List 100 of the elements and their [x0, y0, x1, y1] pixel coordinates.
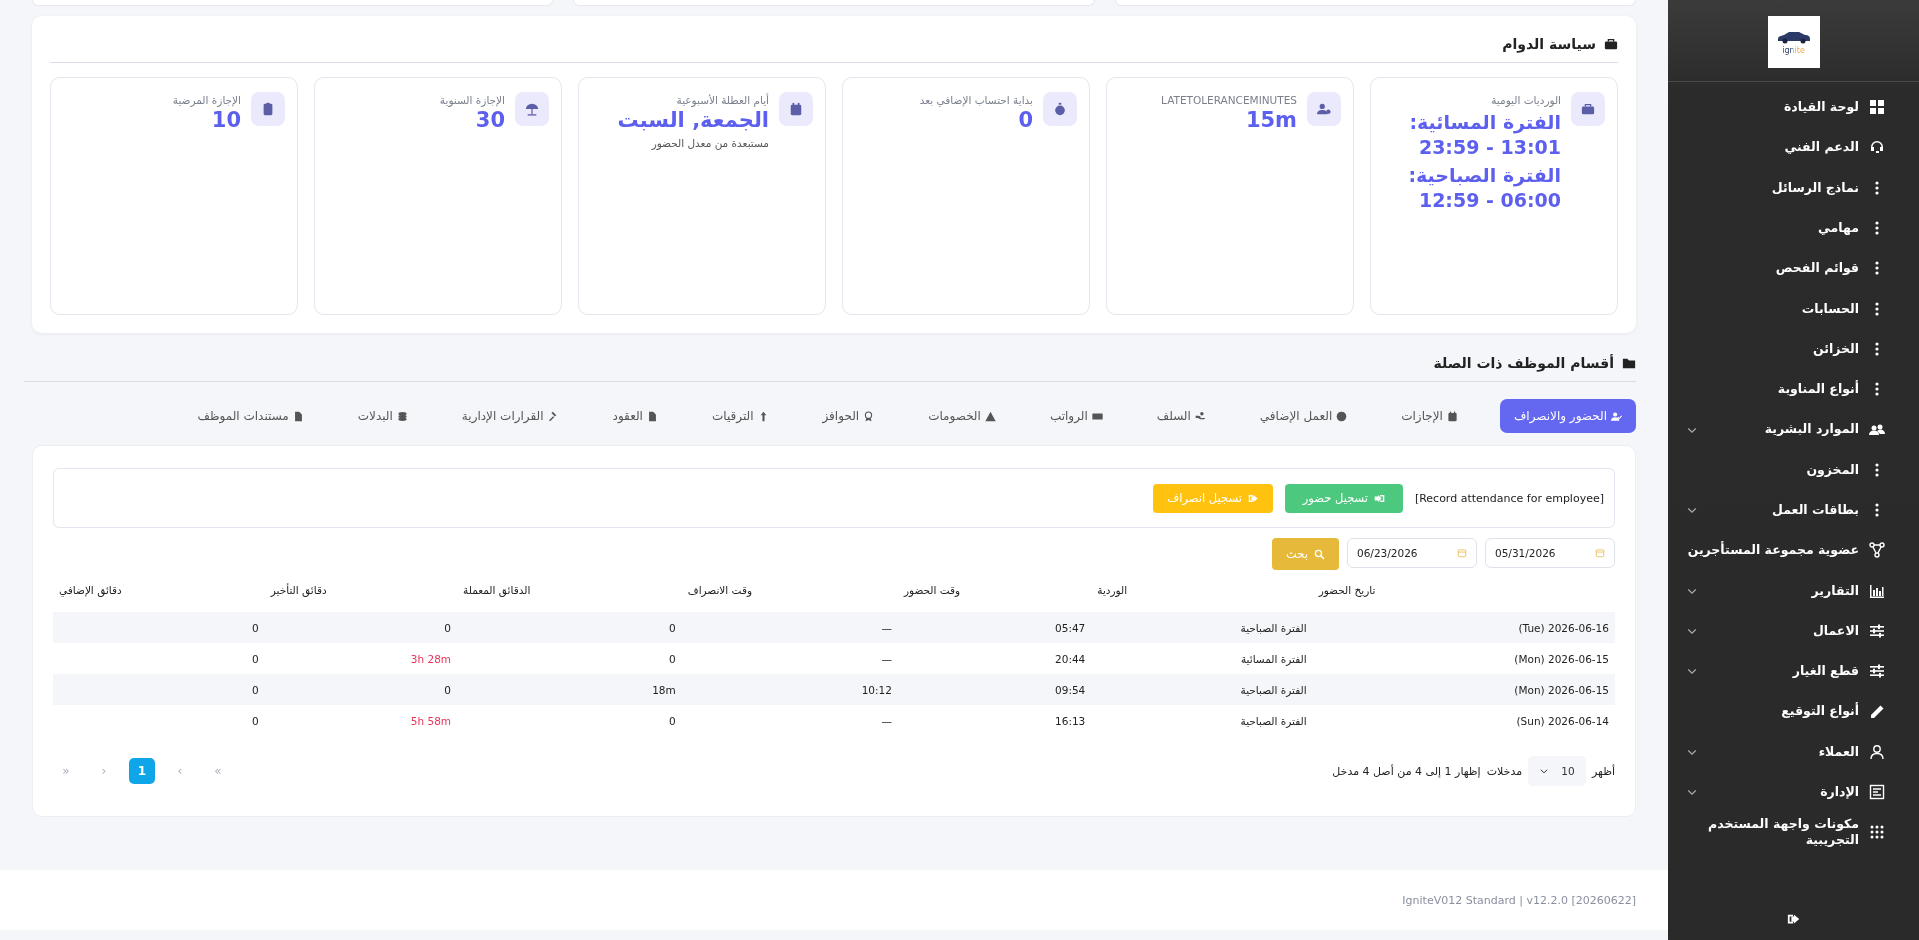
table-cell: 0 — [444, 621, 452, 634]
card-value: 30 — [474, 108, 505, 134]
table-cell: (Mon) 2026-06-15 — [1514, 652, 1609, 665]
tab[interactable]: السلف — [1144, 399, 1218, 433]
table-cell: 0 — [252, 652, 259, 665]
table-cell: 05:47 — [1055, 621, 1086, 634]
folder-icon — [1622, 356, 1636, 370]
table-cell: الفترة الصباحية — [1240, 621, 1307, 634]
warning-icon — [984, 410, 996, 422]
sidebar-item[interactable]: مكونات واجهة المستخدم التجريبية — [1668, 812, 1919, 853]
tab[interactable]: البدلات — [345, 399, 420, 433]
file-icon — [646, 410, 658, 422]
search-icon — [1313, 548, 1325, 560]
sidebar-item[interactable]: لوحة القيادة — [1668, 87, 1919, 128]
tab[interactable]: القرارات الإدارية — [449, 399, 571, 433]
sidebar-item[interactable]: الاعمال — [1668, 610, 1919, 652]
table-cell: الفترة الصباحية — [1240, 714, 1307, 727]
sidebar-item[interactable]: الموارد البشرية — [1668, 409, 1919, 450]
table-cell: 0 — [252, 621, 259, 634]
gavel-icon — [547, 410, 559, 422]
sidebar-item[interactable]: أنواع المناوبة — [1668, 369, 1919, 410]
chevron-icon — [1539, 766, 1550, 776]
column-header: دقائق التأخير — [270, 584, 327, 596]
card-label: الورديات اليومية — [1490, 94, 1561, 106]
logout-icon — [1786, 912, 1801, 926]
table-info: إظهار 1 إلى 4 من أصل 4 مدخل — [1332, 764, 1481, 778]
umbrella-icon — [525, 102, 539, 116]
table-cell: (Mon) 2026-06-15 — [1514, 683, 1609, 696]
sign-out-icon — [1247, 492, 1259, 504]
sidebar-item[interactable]: عضوية مجموعة المستأجرين — [1668, 530, 1919, 571]
user-check-icon — [1611, 410, 1622, 422]
car-icon — [1775, 29, 1812, 44]
date-field[interactable]: 06/23/2026 — [1347, 538, 1477, 568]
sidebar-item[interactable]: قطع الغيار — [1668, 651, 1919, 692]
card-label: LATETOLERANCEMINUTES — [1161, 94, 1297, 106]
tab[interactable]: الحوافز — [810, 399, 887, 433]
chart-icon — [1869, 582, 1885, 599]
sidebar-item[interactable]: نماذج الرسائل — [1668, 167, 1919, 208]
table-cell: 0 — [444, 683, 452, 696]
sidebar-item[interactable]: بطاقات العمل — [1668, 489, 1919, 531]
hand-icon — [1194, 410, 1206, 422]
tab[interactable]: الحضور والانصراف — [1499, 399, 1636, 433]
calendar-icon — [1457, 548, 1467, 558]
sign-in-icon — [1374, 492, 1386, 504]
table-cell: الفترة المسائية — [1240, 652, 1307, 665]
table-cell: — — [881, 714, 892, 727]
sidebar-item[interactable]: قوائم الفحص — [1668, 248, 1919, 289]
column-header: وقت الانصراف — [687, 584, 753, 596]
card-value: الفترة المسائية: 13:01 - 23:59 — [1408, 110, 1561, 160]
tab[interactable]: الرواتب — [1037, 399, 1115, 433]
sidebar-item[interactable]: الخزائن — [1668, 328, 1919, 370]
pencil-icon — [1869, 703, 1885, 720]
sidebar-item[interactable]: الدعم الفني — [1668, 127, 1919, 168]
page-size-select[interactable]: 10 — [1528, 756, 1587, 786]
tab[interactable]: مستندات الموظف — [185, 399, 316, 433]
table-cell: 0 — [669, 714, 676, 727]
table-cell: 0 — [252, 683, 259, 696]
card-value: 15m — [1244, 108, 1297, 134]
card-value: الفترة الصباحية: 06:00 - 12:59 — [1407, 163, 1561, 213]
sidebar-item[interactable]: مهامي — [1668, 207, 1919, 249]
sliders-icon — [1869, 623, 1885, 639]
date-field[interactable]: 05/31/2026 — [1485, 538, 1615, 568]
sidebar-item[interactable]: أنواع التوقيع — [1668, 691, 1919, 732]
table-cell: 3h 28m — [410, 652, 452, 665]
award-icon — [863, 410, 875, 422]
sidebar-item[interactable]: المخزون — [1668, 449, 1919, 490]
section-title: سياسة الدوام — [1502, 36, 1596, 52]
tab[interactable]: العقود — [600, 399, 670, 433]
table-cell: (Tue) 2026-06-16 — [1518, 621, 1609, 634]
clock-icon — [1336, 410, 1348, 422]
column-header: وقت الحضور — [903, 584, 961, 596]
table-cell: 0 — [669, 652, 676, 665]
column-header: تاريخ الحضور — [1318, 584, 1376, 596]
tab[interactable]: العمل الإضافي — [1247, 399, 1360, 433]
calendar-icon — [1446, 410, 1458, 422]
table-cell: (Sun) 2026-06-14 — [1516, 714, 1609, 727]
table-cell: 09:54 — [1055, 683, 1086, 696]
table-cell: 16:13 — [1055, 714, 1086, 727]
card-label: بداية احتساب الإضافي بعد — [919, 94, 1033, 106]
tab[interactable]: الإجازات — [1389, 399, 1470, 433]
sidebar-item[interactable]: الحسابات — [1668, 288, 1919, 329]
table-cell: الفترة الصباحية — [1240, 683, 1307, 696]
table-cell: 20:44 — [1055, 652, 1086, 665]
user-icon — [1869, 743, 1885, 760]
card-value: 0 — [1017, 108, 1033, 134]
apps-icon — [1869, 824, 1885, 841]
sidebar-item[interactable]: الإدارة — [1668, 772, 1919, 813]
tab[interactable]: الترقيات — [699, 399, 781, 433]
sidebar-item[interactable]: التقارير — [1668, 570, 1919, 611]
clipboard-icon — [261, 102, 275, 116]
column-header: الدقائق المعملة — [463, 584, 531, 596]
sliders-icon — [1869, 663, 1885, 680]
table-cell: — — [881, 652, 892, 665]
card-note: مستبعدة من معدل الحضور — [650, 137, 769, 150]
record-label: [Record attendance for employee] — [1414, 491, 1604, 505]
tab[interactable]: الخصومات — [916, 399, 1008, 433]
card-label: أيام العطلة الأسبوعية — [675, 94, 769, 106]
file-icon — [292, 410, 304, 422]
sidebar-item[interactable]: العملاء — [1668, 731, 1919, 773]
length-label: مدخلات — [1486, 764, 1523, 778]
